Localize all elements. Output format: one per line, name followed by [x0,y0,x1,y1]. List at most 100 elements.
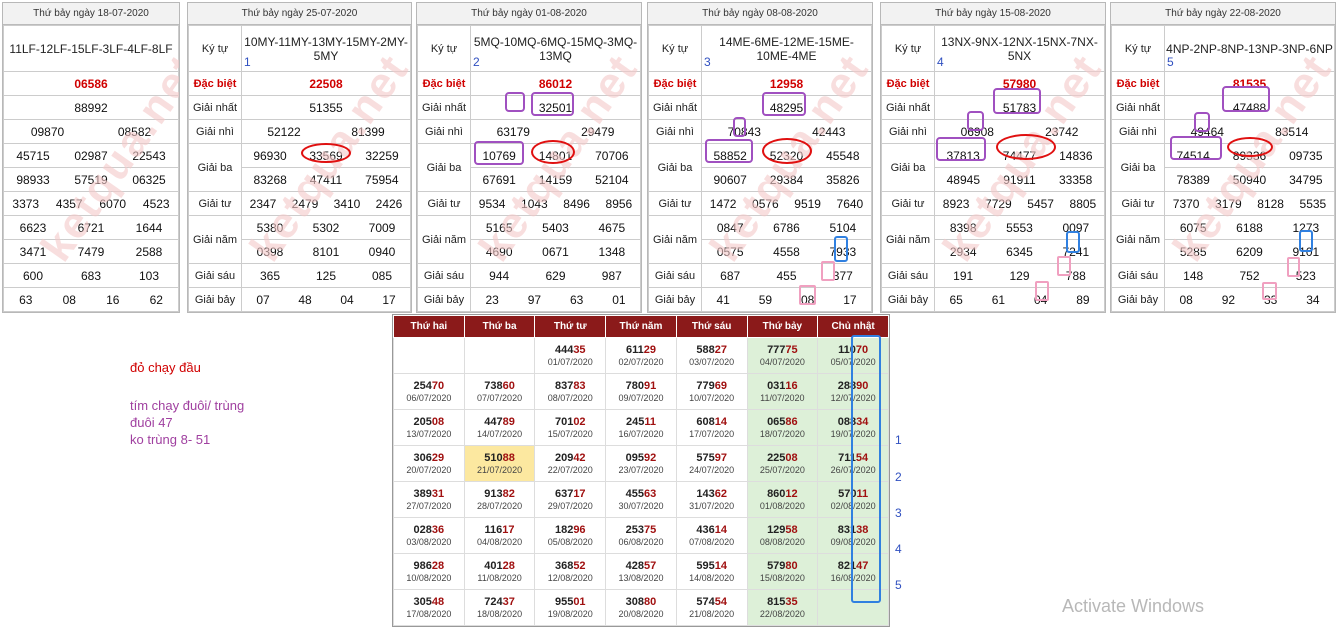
prize-number: 14159 [538,172,573,187]
prize-label: Giải nhì [648,119,702,144]
prize-number: 09870 [30,124,65,139]
prize-number: 34795 [1289,172,1323,187]
prize-label: Giải nhất [648,95,702,120]
prize-label: Giải nhất [881,95,935,120]
prize-number: 08 [62,292,76,307]
calendar-day-cell: 98628 10/08/2020 [393,553,465,590]
prize-number: 788 [1065,268,1086,283]
calendar-day-cell: 24511 16/07/2020 [605,409,677,446]
draw-date: 12/08/2020 [547,573,593,583]
prize-number: 01 [612,292,626,307]
draw-date: 21/08/2020 [689,609,735,619]
prize-number: 0576 [752,196,779,211]
calendar-day-cell: 12958 08/08/2020 [746,517,819,554]
draw-result-number: 09592 [625,452,657,464]
draw-result-number: 42857 [625,560,657,572]
prize-number: 52122 [267,124,301,139]
side-number-1: 1 [895,433,902,447]
draw-date: 05/08/2020 [547,537,593,547]
calendar-day-cell: 11070 05/07/2020 [817,337,889,374]
prize-number: 4523 [142,196,170,211]
calendar-day-cell: 63717 29/07/2020 [534,481,607,518]
prize-label: Giải bảy [881,287,935,312]
prize-number: 23742 [1045,124,1079,139]
prize-number: 08 [1179,292,1193,307]
prize-number: 45715 [16,148,50,163]
calendar-day-cell: 60814 17/07/2020 [675,409,748,446]
prize-number: 16 [106,292,120,307]
prize-number: 5457 [1027,196,1054,211]
calendar-day-cell: 82147 16/08/2020 [817,553,889,590]
calendar-day-cell: 20508 13/07/2020 [393,409,465,446]
panel-date-title: Thứ bảy ngày 22-08-2020 [1111,3,1335,25]
prize-number: 987 [601,268,622,283]
calendar-day-cell: 06586 18/07/2020 [746,409,819,446]
draw-date: 04/08/2020 [477,537,523,547]
prize-number: 6209 [1236,244,1263,259]
prize-label: Giải năm [648,215,702,264]
prize-number: 6721 [77,220,105,235]
draw-date: 03/07/2020 [689,357,735,367]
prize-number: 6623 [19,220,47,235]
prize-number: 50940 [1232,172,1267,187]
prize-number: 3373 [12,196,40,211]
prize-number: 9519 [794,196,821,211]
results-calendar: Thứ hai Thứ ba Thứ tư Thứ năm Thứ sáu Thứ bảy… [392,314,890,627]
prize-label: Giải tư [188,191,242,216]
weekday-header: Thứ sáu [675,315,748,338]
prize-number: 7241 [1062,244,1090,259]
prize-number: 45548 [826,148,860,163]
prize-label: Ký tự [417,25,471,72]
note-no-repeat: ko trùng 8- 51 [130,432,211,447]
draw-date: 18/07/2020 [759,429,805,439]
prize-label-special: Đặc biệt [648,71,702,96]
prize-number: 75954 [365,172,399,187]
prize-label: Giải ba [1111,143,1165,192]
symbol-code: 11LF-12LF-15LF-3LF-4LF-8LF [3,25,179,72]
calendar-day-cell: 42857 13/08/2020 [605,553,677,590]
draw-date: 26/07/2020 [830,465,876,475]
draw-date: 04/07/2020 [759,357,805,367]
calendar-day-cell: 71154 26/07/2020 [817,445,889,482]
draw-result-number: 77969 [696,380,727,392]
prize-number: 1472 [709,196,737,211]
symbol-code: 4NP-2NP-8NP-13NP-3NP-6NP [1164,25,1335,72]
draw-date: 02/07/2020 [618,357,664,367]
first-prize: 48295 [701,95,872,120]
prize-number: 59 [758,292,773,307]
prize-number: 17 [843,292,857,307]
calendar-day-cell: 08834 19/07/2020 [817,409,889,446]
calendar-day-cell: 44435 01/07/2020 [534,337,607,374]
special-prize: 22508 [241,71,411,96]
weekday-header: Thứ hai [393,315,465,338]
prize-number: 37813 [946,148,980,163]
result-panel: Thứ bảy ngày 22-08-2020 Ký tự 4NP-2NP-8NP-… [1110,2,1336,313]
prize-number: 83268 [253,172,287,187]
prize-number: 98933 [16,172,50,187]
calendar-day-cell: 40128 11/08/2020 [463,553,536,590]
draw-result-number: 11617 [484,524,515,536]
calendar-day-cell: 25470 06/07/2020 [393,373,465,410]
draw-result-number: 57454 [696,596,727,608]
calendar-day-cell: 44789 14/07/2020 [463,409,536,446]
prize-number: 09735 [1289,148,1323,163]
prize-label: Giải tư [648,191,702,216]
draw-result-number: 30629 [413,452,445,464]
prize-number: 103 [138,268,160,283]
prize-number: 74477 [1002,148,1037,163]
weekday-header: Chủ nhật [817,315,889,338]
prize-label: Giải nhì [188,119,242,144]
prize-label-special: Đặc biệt [881,71,935,96]
prize-label: Giải bảy [417,287,471,312]
prize-number: 65 [949,292,963,307]
prize-number: 9101 [1292,244,1320,259]
prize-number: 35826 [826,172,860,187]
draw-date: 09/08/2020 [830,537,876,547]
prize-number: 48945 [946,172,980,187]
draw-result-number: 51088 [484,452,515,464]
prize-label: Giải năm [1111,215,1165,264]
prize-number: 70843 [727,124,761,139]
prize-number: 1348 [598,244,626,259]
prize-label: Giải sáu [881,263,935,288]
prize-number: 8101 [312,244,340,259]
